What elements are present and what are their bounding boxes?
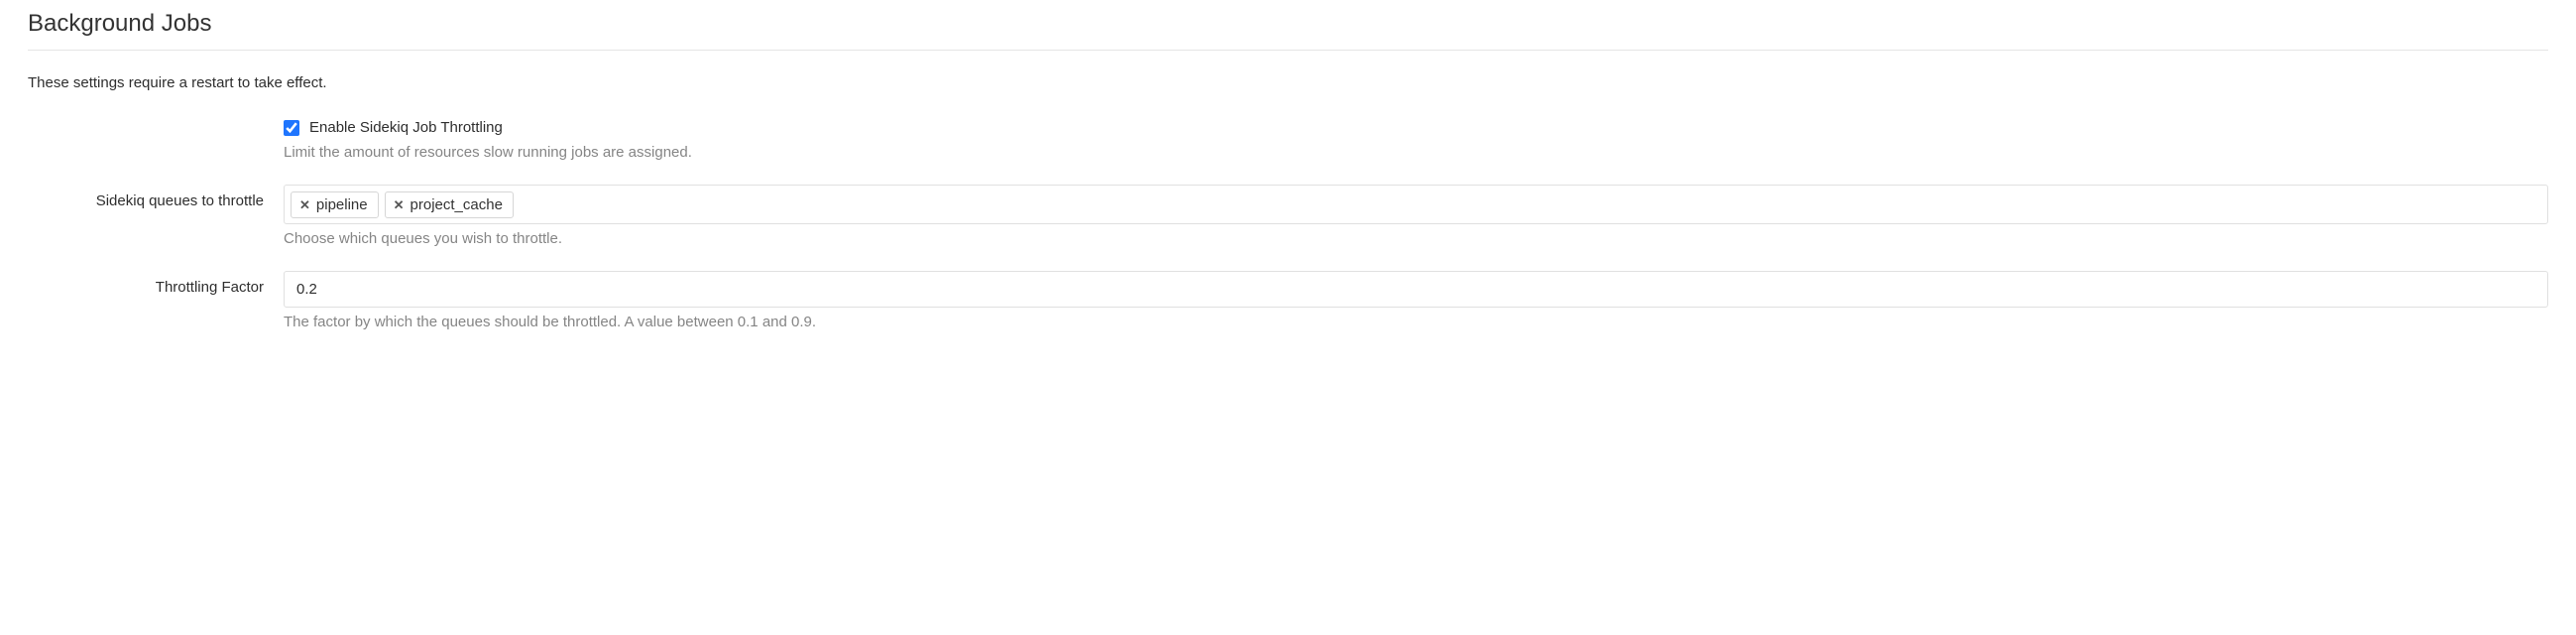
- enable-throttling-label: Enable Sidekiq Job Throttling: [309, 119, 503, 136]
- close-icon[interactable]: ✕: [299, 198, 310, 211]
- factor-helper: The factor by which the queues should be…: [284, 314, 2548, 330]
- tag-label: project_cache: [410, 196, 503, 213]
- queues-text-input[interactable]: [520, 192, 2541, 217]
- queues-row: Sidekiq queues to throttle ✕ pipeline ✕ …: [28, 185, 2548, 247]
- factor-row: Throttling Factor The factor by which th…: [28, 271, 2548, 330]
- section-title: Background Jobs: [28, 10, 2548, 51]
- section-intro: These settings require a restart to take…: [28, 74, 2548, 91]
- tag-label: pipeline: [316, 196, 368, 213]
- tag-pipeline[interactable]: ✕ pipeline: [291, 191, 379, 218]
- enable-throttling-checkbox[interactable]: [284, 120, 299, 136]
- empty-label: [28, 119, 284, 127]
- tag-project-cache[interactable]: ✕ project_cache: [385, 191, 514, 218]
- enable-throttling-row: Enable Sidekiq Job Throttling Limit the …: [28, 119, 2548, 161]
- factor-label: Throttling Factor: [28, 271, 284, 296]
- close-icon[interactable]: ✕: [394, 198, 405, 211]
- enable-throttling-helper: Limit the amount of resources slow runni…: [284, 144, 2548, 161]
- queues-tag-input[interactable]: ✕ pipeline ✕ project_cache: [284, 185, 2548, 224]
- factor-input[interactable]: [284, 271, 2548, 308]
- queues-helper: Choose which queues you wish to throttle…: [284, 230, 2548, 247]
- queues-label: Sidekiq queues to throttle: [28, 185, 284, 209]
